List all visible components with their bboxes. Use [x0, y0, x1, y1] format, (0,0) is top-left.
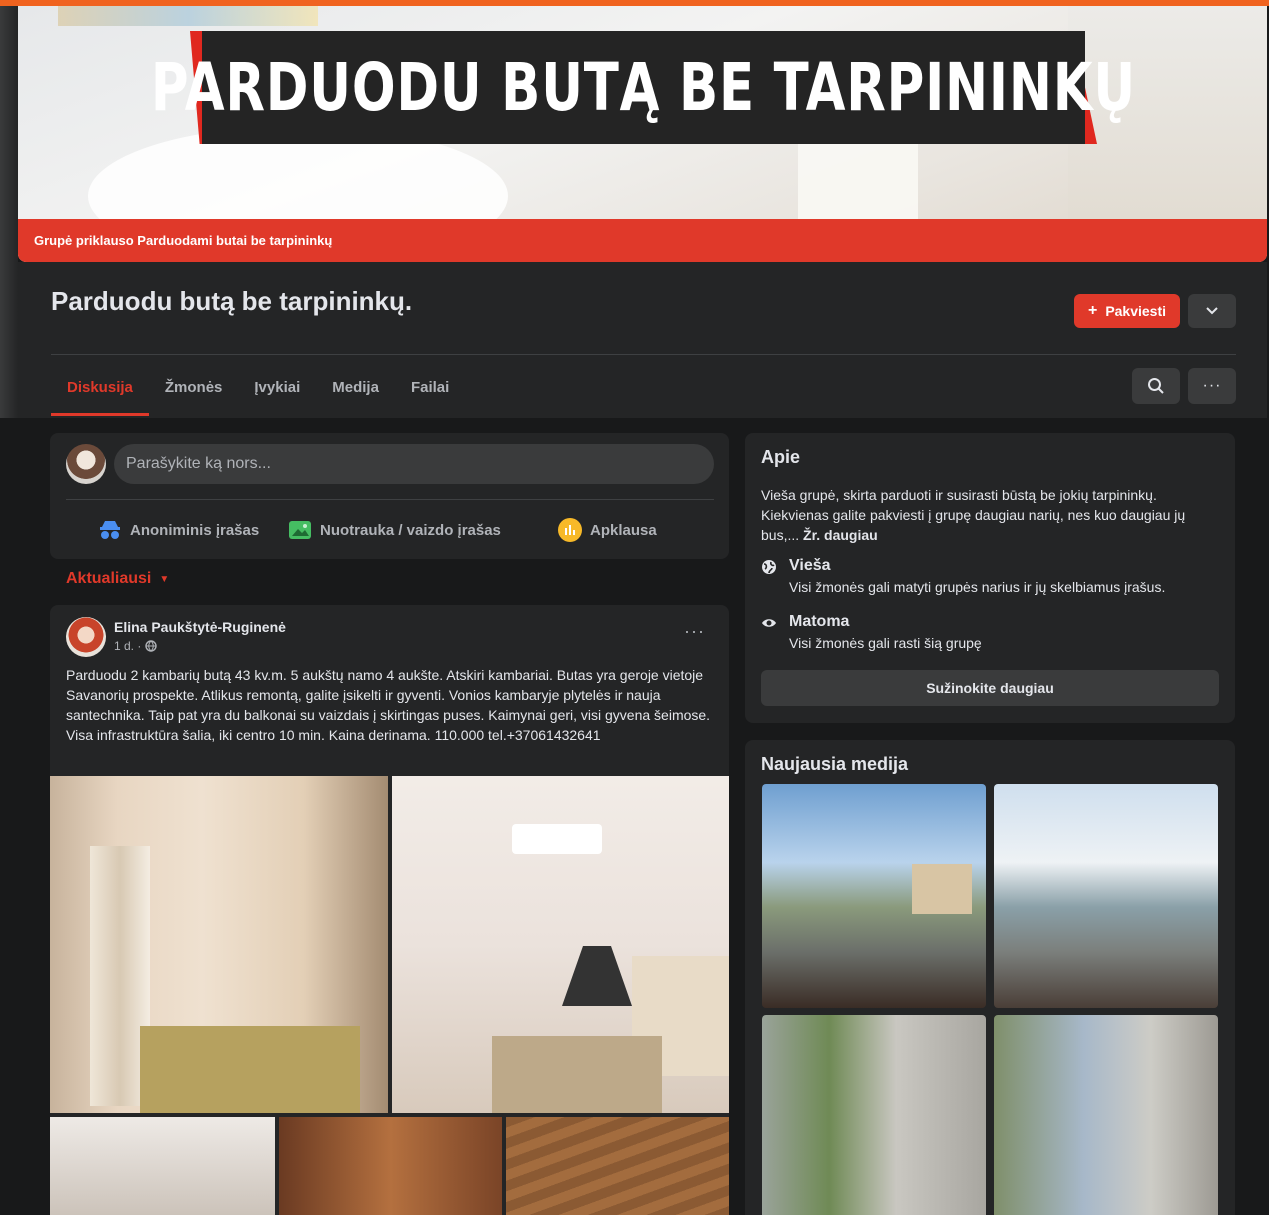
tab-media[interactable]: Medija: [316, 358, 395, 416]
feed-sort-dropdown[interactable]: Aktualiausi ▼: [66, 570, 169, 588]
post-composer: Parašykite ką nors... Anoniminis įrašas …: [50, 433, 729, 559]
header-divider: [51, 354, 1236, 355]
recent-media-card: Naujausia medija: [745, 740, 1235, 1215]
poll-button[interactable]: Apklausa: [558, 515, 657, 545]
see-more-link[interactable]: Žr. daugiau: [803, 527, 878, 543]
post-photo-room[interactable]: [50, 1117, 275, 1215]
tab-label: Žmonės: [164, 378, 223, 396]
invite-label: Pakviesti: [1105, 303, 1167, 319]
tab-files[interactable]: Failai: [395, 358, 465, 416]
tab-people[interactable]: Žmonės: [149, 358, 239, 416]
search-button[interactable]: [1132, 368, 1180, 404]
left-edge-shade: [0, 6, 18, 418]
visibility-info: Matoma Visi žmonės gali rasti šią grupę: [761, 613, 982, 651]
photo-deco: [912, 864, 972, 914]
photo-deco: [512, 824, 602, 854]
globe-icon: [145, 640, 158, 652]
media-thumb-courtyard[interactable]: [762, 1015, 986, 1215]
photo-deco: [140, 1026, 360, 1113]
privacy-desc: Visi žmonės gali matyti grupės narius ir…: [789, 579, 1166, 595]
banner-box: PARDUODU BUTĄ BE TARPININKŲ: [151, 31, 1135, 144]
cover-deco: [58, 6, 318, 26]
post-text: Parduodu 2 kambarių butą 43 kv.m. 5 aukš…: [66, 667, 711, 743]
search-icon: [1148, 378, 1164, 394]
group-tabs: Diskusija Žmonės Įvykiai Medija Failai: [51, 358, 465, 416]
sort-label: Aktualiausi: [66, 570, 152, 587]
tab-label: Įvykiai: [254, 378, 301, 396]
group-cover-photo[interactable]: PARDUODU BUTĄ BE TARPININKŲ Grupė prikla…: [18, 6, 1267, 262]
feed-post: Elina Paukštytė-Ruginenė 1 d. · ··· Pard…: [50, 605, 729, 1215]
more-button[interactable]: ···: [1188, 368, 1236, 404]
chevron-down-icon: [1206, 307, 1218, 315]
post-meta: 1 d. ·: [114, 639, 158, 653]
invite-button[interactable]: + Pakviesti: [1074, 294, 1180, 328]
learn-more-button[interactable]: Sužinokite daugiau: [761, 670, 1219, 706]
post-options-icon[interactable]: ···: [684, 621, 705, 642]
composer-input[interactable]: Parašykite ką nors...: [114, 444, 714, 484]
caret-down-icon: ▼: [159, 573, 170, 585]
media-title: Naujausia medija: [761, 754, 909, 774]
post-photo-kitchen[interactable]: [392, 776, 729, 1113]
group-header: Parduodu butą be tarpininkų. + Pakviesti…: [18, 262, 1267, 418]
post-author-name[interactable]: Elina Paukštytė-Ruginenė: [114, 619, 286, 635]
poll-icon: [558, 518, 582, 542]
composer-divider: [66, 499, 714, 500]
anonymous-icon: [100, 521, 120, 539]
banner-text: PARDUODU BUTĄ BE TARPININKŲ: [150, 49, 1137, 126]
action-label: Apklausa: [590, 521, 657, 539]
privacy-title: Vieša: [789, 557, 831, 574]
group-title[interactable]: Parduodu butą be tarpininkų.: [51, 286, 412, 317]
about-description: Vieša grupė, skirta parduoti ir susirast…: [761, 485, 1221, 545]
visibility-desc: Visi žmonės gali rasti šią grupę: [789, 635, 982, 651]
about-card: Apie Vieša grupė, skirta parduoti ir sus…: [745, 433, 1235, 723]
post-author-avatar[interactable]: [66, 617, 106, 657]
visibility-title: Matoma: [789, 613, 850, 630]
composer-placeholder: Parašykite ką nors...: [126, 455, 271, 472]
media-thumb-balcony-view[interactable]: [762, 784, 986, 1008]
post-photo-ceiling[interactable]: [506, 1117, 729, 1215]
action-label: Nuotrauka / vaizdo įrašas: [320, 521, 501, 539]
user-avatar[interactable]: [66, 444, 106, 484]
plus-icon: +: [1087, 302, 1098, 319]
post-photo-bathroom[interactable]: [50, 776, 388, 1113]
tab-events[interactable]: Įvykiai: [238, 358, 316, 416]
photo-deco: [492, 1036, 662, 1113]
eye-icon: [762, 619, 776, 627]
more-options-dropdown-button[interactable]: [1188, 294, 1236, 328]
photo-icon: [289, 521, 311, 539]
post-photo-door[interactable]: [279, 1117, 502, 1215]
media-thumb-buildings[interactable]: [994, 1015, 1218, 1215]
privacy-info: Vieša Visi žmonės gali matyti grupės nar…: [761, 557, 1165, 595]
globe-icon: [762, 560, 776, 574]
tab-label: Diskusija: [67, 378, 133, 396]
tab-label: Failai: [410, 378, 450, 396]
parent-group-link[interactable]: Grupė priklauso Parduodami butai be tarp…: [18, 219, 1267, 262]
tab-discussion[interactable]: Diskusija: [51, 358, 149, 416]
parent-group-text: Grupė priklauso Parduodami butai be tarp…: [34, 233, 333, 248]
media-thumb-street-view[interactable]: [994, 784, 1218, 1008]
learn-more-label: Sužinokite daugiau: [926, 680, 1054, 696]
cover-banner: PARDUODU BUTĄ BE TARPININKŲ: [151, 31, 1135, 144]
anonymous-post-button[interactable]: Anoniminis įrašas: [98, 515, 259, 545]
about-title: Apie: [761, 447, 801, 467]
photo-video-button[interactable]: Nuotrauka / vaizdo įrašas: [288, 515, 501, 545]
action-label: Anoniminis įrašas: [130, 521, 260, 539]
post-time[interactable]: 1 d. ·: [114, 639, 141, 653]
tab-label: Medija: [332, 378, 379, 396]
more-dots-icon: ···: [1202, 377, 1222, 394]
photo-deco: [562, 946, 632, 1006]
